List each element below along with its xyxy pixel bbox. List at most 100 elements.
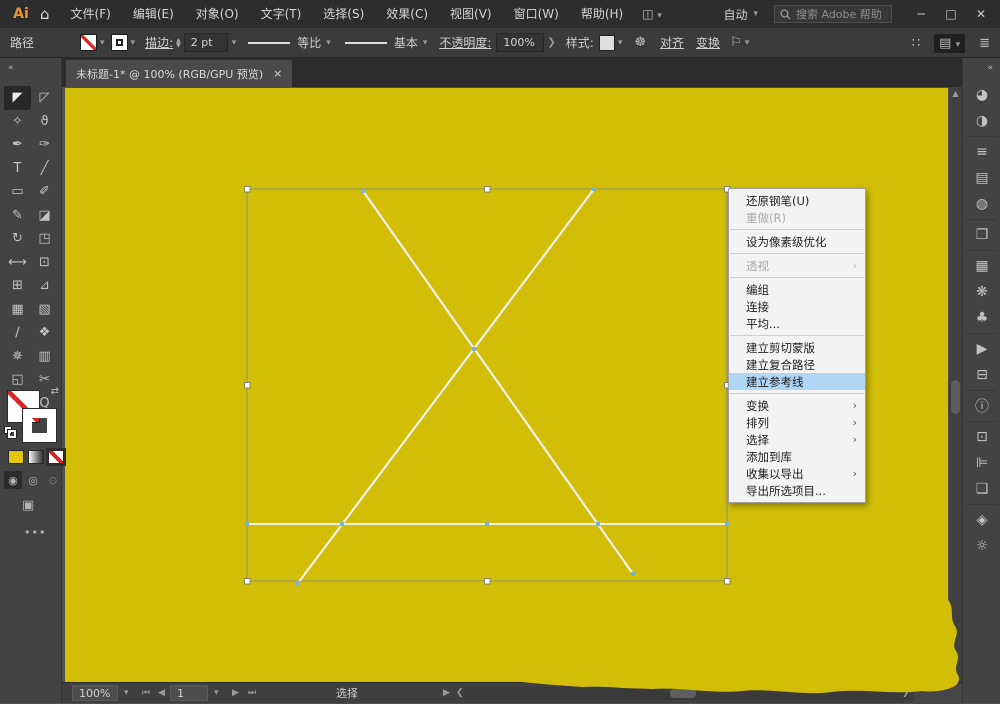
- curvature-tool[interactable]: ✑: [31, 133, 58, 157]
- first-artboard-icon[interactable]: ⏮: [142, 685, 150, 701]
- context-menu-item[interactable]: 变换 ›: [729, 397, 865, 414]
- info-panel-icon[interactable]: ⓘ: [963, 393, 1000, 419]
- context-menu-item[interactable]: 平均...: [729, 315, 865, 332]
- align-panel-link[interactable]: 对齐: [660, 34, 684, 51]
- context-menu-item[interactable]: 还原钢笔(U): [729, 192, 865, 209]
- minimize-button[interactable]: ─: [906, 0, 936, 28]
- free-transform-tool[interactable]: ⊡: [31, 251, 58, 275]
- zoom-dropdown-icon[interactable]: ▾: [124, 685, 129, 701]
- home-icon[interactable]: ⌂: [40, 5, 50, 23]
- close-tab-icon[interactable]: ×: [273, 67, 282, 80]
- context-menu-item[interactable]: 选择 ›: [729, 431, 865, 448]
- brush-definition-label[interactable]: 基本: [394, 34, 418, 51]
- close-button[interactable]: ✕: [966, 0, 996, 28]
- artboard-number-value[interactable]: 1: [170, 685, 208, 701]
- context-menu-item[interactable]: 收集以导出 ›: [729, 465, 865, 482]
- gradient-tool[interactable]: ▧: [31, 298, 58, 322]
- next-artboard-icon[interactable]: ▶: [232, 685, 239, 701]
- rectangle-tool[interactable]: ▭: [4, 180, 31, 204]
- symbol-sprayer-tool[interactable]: ✵: [4, 345, 31, 369]
- gradient-button[interactable]: [28, 450, 44, 464]
- stroke-panel-icon[interactable]: ≡: [963, 139, 1000, 165]
- chevron-down-icon[interactable]: ▾: [326, 38, 331, 48]
- screen-mode-icon[interactable]: ▣: [22, 498, 34, 513]
- gradient-panel-icon[interactable]: ▤: [963, 165, 1000, 191]
- dock-panel-icon[interactable]: ▤ ▾: [934, 33, 966, 53]
- last-artboard-icon[interactable]: ⏭: [248, 685, 256, 701]
- context-menu-item[interactable]: 建立剪切蒙版: [729, 339, 865, 356]
- stroke-weight-value[interactable]: 2 pt: [183, 33, 228, 52]
- zoom-level-value[interactable]: 100%: [72, 685, 118, 701]
- type-tool[interactable]: T: [4, 157, 31, 181]
- context-menu-item[interactable]: 建立复合路径: [729, 356, 865, 373]
- stroke-weight-stepper[interactable]: ▲ ▼: [176, 37, 181, 48]
- transform-panel-icon[interactable]: ⊡: [963, 424, 1000, 450]
- menubar-item-窗口[interactable]: 窗口(W): [503, 0, 570, 28]
- layout-switcher-icon[interactable]: ◫ ▾: [642, 7, 662, 21]
- context-menu-item[interactable]: 排列 ›: [729, 414, 865, 431]
- previous-artboard-icon[interactable]: ◀: [158, 685, 165, 701]
- menubar-item-编辑[interactable]: 编辑(E): [122, 0, 185, 28]
- recolor-artwork-icon[interactable]: ☸: [634, 35, 646, 50]
- chevron-down-icon[interactable]: ▾: [423, 38, 428, 48]
- transform-panel-link[interactable]: 变换: [696, 34, 720, 51]
- fill-color-swatch[interactable]: [80, 34, 97, 51]
- artboard-dropdown-icon[interactable]: ▾: [214, 685, 219, 701]
- menubar-item-视图[interactable]: 视图(V): [439, 0, 503, 28]
- asset-export-panel-icon[interactable]: ☼: [963, 533, 1000, 559]
- vertical-scrollbar[interactable]: ▲: [949, 87, 962, 682]
- chevron-down-icon[interactable]: ▾: [100, 38, 105, 48]
- maximize-button[interactable]: □: [936, 0, 966, 28]
- horizontal-scroll-thumb[interactable]: [670, 689, 696, 698]
- links-panel-icon[interactable]: ⊟: [963, 362, 1000, 388]
- scroll-left-icon[interactable]: ❮: [456, 685, 464, 701]
- color-panel-icon[interactable]: ◕: [963, 82, 1000, 108]
- graph-tool[interactable]: ▥: [31, 345, 58, 369]
- select-similar-icon[interactable]: ⚐: [730, 35, 742, 50]
- artboards-panel-icon[interactable]: ❐: [963, 222, 1000, 248]
- transparency-panel-icon[interactable]: ◍: [963, 191, 1000, 217]
- pen-tool[interactable]: ✒: [4, 133, 31, 157]
- collapse-panels-icon[interactable]: «: [987, 63, 993, 73]
- blend-tool[interactable]: ❖: [31, 321, 58, 345]
- stroke-color-swatch[interactable]: [110, 34, 128, 51]
- context-menu-item[interactable]: 连接: [729, 298, 865, 315]
- status-expand-icon[interactable]: ▶: [443, 685, 450, 701]
- collapse-tools-icon[interactable]: «: [8, 63, 14, 73]
- edit-toolbar-icon[interactable]: •••: [24, 526, 46, 539]
- draw-behind-icon[interactable]: ◎: [24, 471, 42, 489]
- line-segment-tool[interactable]: ╱: [31, 157, 58, 181]
- chevron-down-icon[interactable]: ▾: [745, 38, 750, 48]
- opacity-value[interactable]: 100%: [496, 33, 545, 52]
- color-guide-panel-icon[interactable]: ◑: [963, 108, 1000, 134]
- layers-panel-icon[interactable]: ◈: [963, 507, 1000, 533]
- eyedropper-tool[interactable]: ∕: [4, 321, 31, 345]
- scale-tool[interactable]: ◳: [31, 227, 58, 251]
- draw-inside-icon[interactable]: ⊙: [44, 471, 62, 489]
- context-menu-item[interactable]: 设为像素级优化: [729, 233, 865, 250]
- pathfinder-panel-icon[interactable]: ❏: [963, 476, 1000, 502]
- lasso-tool[interactable]: ϑ: [31, 110, 58, 134]
- panel-menu-icon[interactable]: ≣: [979, 36, 990, 51]
- menubar-item-选择[interactable]: 选择(S): [312, 0, 375, 28]
- context-menu-item[interactable]: 编组: [729, 281, 865, 298]
- width-tool[interactable]: ⟷: [4, 251, 31, 275]
- symbols-panel-icon[interactable]: ♣: [963, 305, 1000, 331]
- chevron-down-icon[interactable]: ▾: [618, 38, 623, 48]
- rotate-tool[interactable]: ↻: [4, 227, 31, 251]
- menubar-item-帮助[interactable]: 帮助(H): [570, 0, 634, 28]
- context-menu-item[interactable]: 添加到库: [729, 448, 865, 465]
- swatches-panel-icon[interactable]: ▦: [963, 253, 1000, 279]
- color-button[interactable]: [8, 450, 24, 464]
- opacity-link[interactable]: 不透明度:: [439, 34, 491, 51]
- width-profile-label[interactable]: 等比: [297, 34, 321, 51]
- horizontal-scrollbar[interactable]: [464, 687, 910, 700]
- workspace-selector[interactable]: 自动 ▾: [723, 6, 758, 23]
- chevron-down-icon[interactable]: ▾: [131, 38, 136, 48]
- stroke-white-swatch[interactable]: [22, 408, 57, 443]
- scroll-up-icon[interactable]: ▲: [949, 89, 962, 98]
- opacity-arrow-icon[interactable]: ❯: [547, 37, 555, 48]
- shape-builder-tool[interactable]: ⊞: [4, 274, 31, 298]
- draw-normal-icon[interactable]: ◉: [4, 471, 22, 489]
- selection-tool[interactable]: ◤: [4, 86, 31, 110]
